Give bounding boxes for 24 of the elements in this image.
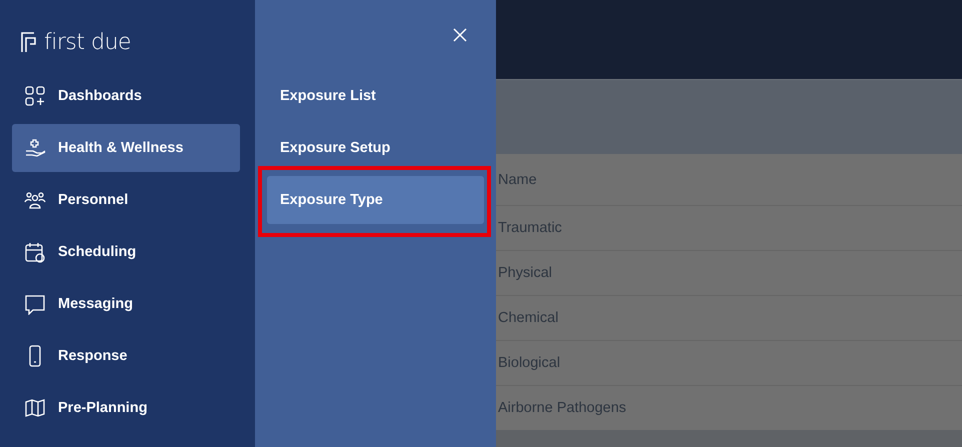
table-cell: Airborne Pathogens xyxy=(498,400,626,416)
table-cell: Chemical xyxy=(498,310,558,326)
logo-text: first due xyxy=(44,30,131,54)
grid-plus-icon xyxy=(24,85,46,107)
chat-bubble-icon xyxy=(24,293,46,315)
nav-item[interactable]: Response xyxy=(12,332,240,380)
calendar-person-icon xyxy=(24,241,46,263)
nav-item[interactable]: Dashboards xyxy=(12,72,240,120)
column-header: Name xyxy=(498,172,537,188)
hand-cross-icon xyxy=(24,137,46,159)
nav-item[interactable]: Messaging xyxy=(12,280,240,328)
logo-icon xyxy=(20,31,38,53)
submenu-item[interactable]: Exposure Setup xyxy=(267,124,484,172)
table-cell: Physical xyxy=(498,265,552,281)
submenu-item[interactable]: Exposure List xyxy=(267,72,484,120)
nav-item[interactable]: Pre-Planning xyxy=(12,384,240,432)
nav-item[interactable]: Scheduling xyxy=(12,228,240,276)
nav-item[interactable]: Health & Wellness xyxy=(12,124,240,172)
table-cell: Biological xyxy=(498,355,560,371)
map-icon xyxy=(24,397,46,419)
nav-item[interactable]: Personnel xyxy=(12,176,240,224)
submenu-item[interactable]: Exposure Type xyxy=(267,176,484,224)
table-cell: Traumatic xyxy=(498,220,562,236)
close-icon[interactable] xyxy=(453,28,467,42)
